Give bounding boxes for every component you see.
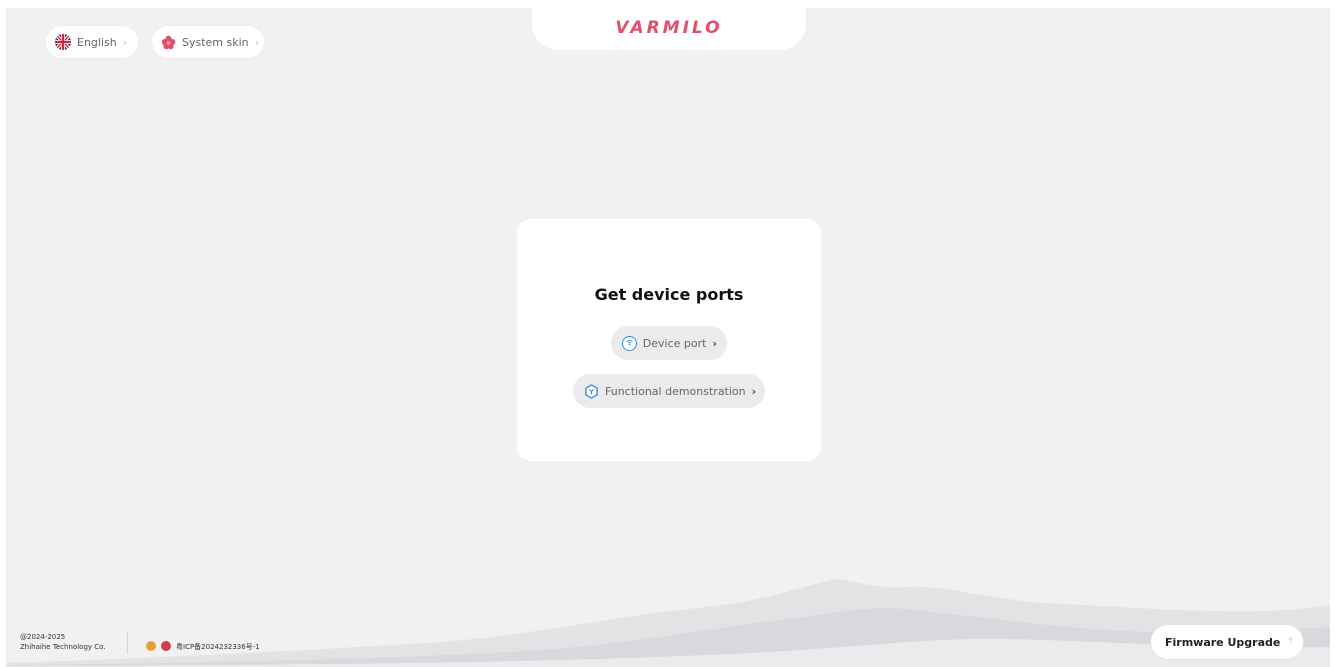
language-label: English xyxy=(77,35,117,49)
card-title: Get device ports xyxy=(594,285,744,304)
functional-demo-label: Functional demonstration xyxy=(605,384,746,398)
skin-label: System skin xyxy=(182,35,249,49)
firmware-upgrade-button[interactable]: Firmware Upgrade ⤒ xyxy=(1151,625,1303,659)
flower-icon xyxy=(161,35,176,50)
mountain-background xyxy=(6,579,1330,667)
copyright: @2024-2025 Zhihaihe Technology Co. xyxy=(20,632,106,652)
chevron-right-icon: › xyxy=(122,35,128,49)
company-name: Zhihaihe Technology Co. xyxy=(20,643,106,651)
functional-demo-button[interactable]: Functional demonstration › xyxy=(573,374,765,408)
uk-flag-icon xyxy=(55,34,71,50)
copyright-years: @2024-2025 xyxy=(20,633,66,641)
device-card: Get device ports Device port › Functiona… xyxy=(517,219,821,461)
icp-link[interactable]: 粤ICP备2024232336号-1 xyxy=(176,642,260,652)
chevron-right-icon: › xyxy=(712,336,717,350)
hexagon-icon xyxy=(584,383,599,399)
police-badge-icon xyxy=(146,641,156,651)
brand-logo: VARMILO xyxy=(615,18,723,38)
logo-tab: VARMILO xyxy=(532,8,806,50)
device-port-label: Device port xyxy=(642,336,707,350)
footer-divider xyxy=(127,632,128,654)
chevron-right-icon: › xyxy=(751,384,757,398)
wireless-icon xyxy=(622,335,637,351)
skin-selector[interactable]: System skin › xyxy=(152,26,264,58)
language-selector[interactable]: English › xyxy=(46,26,138,58)
emblem-icon xyxy=(161,641,171,651)
upload-icon: ⤒ xyxy=(1288,635,1294,648)
app-window: English › System skin › VARMILO Get devi… xyxy=(6,8,1330,667)
firmware-upgrade-label: Firmware Upgrade xyxy=(1165,635,1281,649)
device-port-button[interactable]: Device port › xyxy=(611,326,727,360)
chevron-right-icon: › xyxy=(254,35,260,49)
